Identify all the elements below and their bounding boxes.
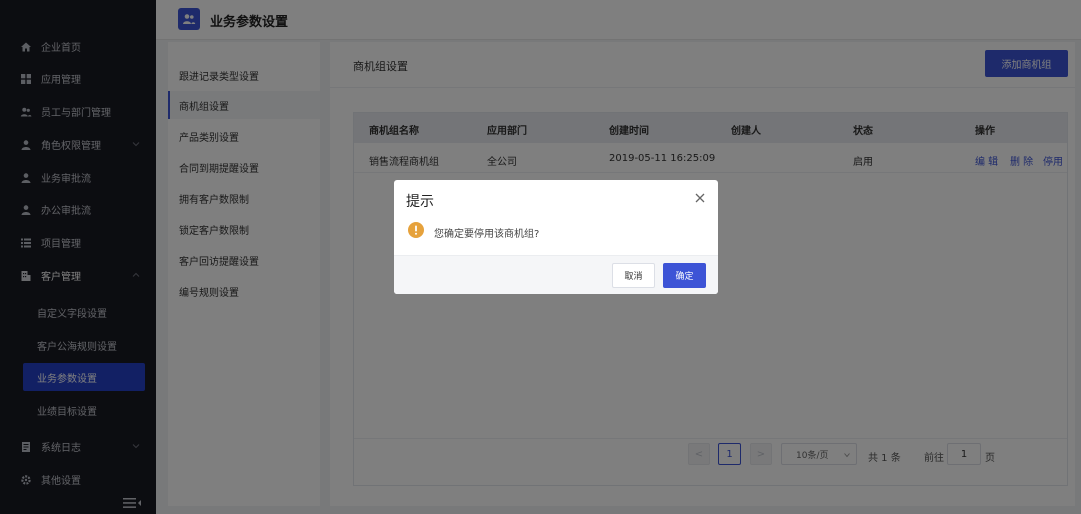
confirm-button[interactable]: 确定 — [663, 263, 706, 288]
close-icon[interactable] — [694, 192, 706, 204]
cancel-button[interactable]: 取消 — [612, 263, 655, 288]
dialog-message: 您确定要停用该商机组? — [434, 229, 540, 240]
warning-icon — [408, 222, 424, 238]
dialog-title: 提示 — [406, 194, 434, 210]
confirm-dialog: 提示 您确定要停用该商机组? 取消 确定 — [394, 180, 718, 294]
dialog-footer: 取消 确定 — [394, 255, 718, 294]
